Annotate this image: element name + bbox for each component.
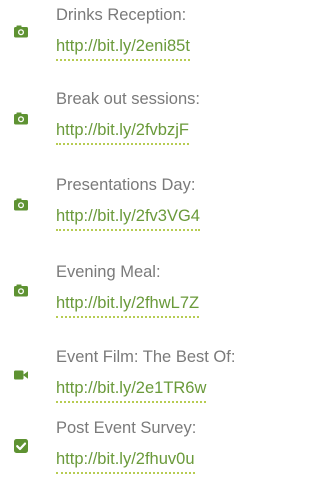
camera-icon: [14, 283, 28, 297]
item-label: Evening Meal:: [56, 263, 161, 281]
list-item: Evening Meal: http://bit.ly/2fhwL7Z: [0, 257, 283, 327]
checkbox-icon: [14, 439, 28, 453]
item-link[interactable]: http://bit.ly/2e1TR6w: [56, 378, 207, 403]
item-label: Presentations Day:: [56, 176, 196, 194]
item-label: Post Event Survey:: [56, 419, 197, 437]
item-link[interactable]: http://bit.ly/2fhuv0u: [56, 449, 195, 474]
list-item: Post Event Survey: http://bit.ly/2fhuv0u: [0, 413, 283, 483]
item-link[interactable]: http://bit.ly/2fv3VG4: [56, 206, 200, 231]
camera-icon: [14, 197, 28, 211]
camera-icon: [14, 24, 28, 38]
item-label: Drinks Reception:: [56, 6, 187, 24]
item-link[interactable]: http://bit.ly/2fhwL7Z: [56, 293, 200, 318]
item-label: Event Film: The Best Of:: [56, 348, 236, 366]
item-link[interactable]: http://bit.ly/2fvbzjF: [56, 120, 189, 145]
item-link[interactable]: http://bit.ly/2eni85t: [56, 36, 190, 61]
item-label: Break out sessions:: [56, 90, 200, 108]
video-camera-icon: [14, 368, 28, 382]
link-list: Drinks Reception: http://bit.ly/2eni85t …: [0, 0, 283, 497]
camera-icon: [14, 111, 28, 125]
list-item: Break out sessions: http://bit.ly/2fvbzj…: [0, 84, 283, 154]
list-item: Drinks Reception: http://bit.ly/2eni85t: [0, 0, 283, 70]
list-item: Presentations Day: http://bit.ly/2fv3VG4: [0, 170, 283, 240]
list-item: Event Film: The Best Of: http://bit.ly/2…: [0, 342, 283, 412]
